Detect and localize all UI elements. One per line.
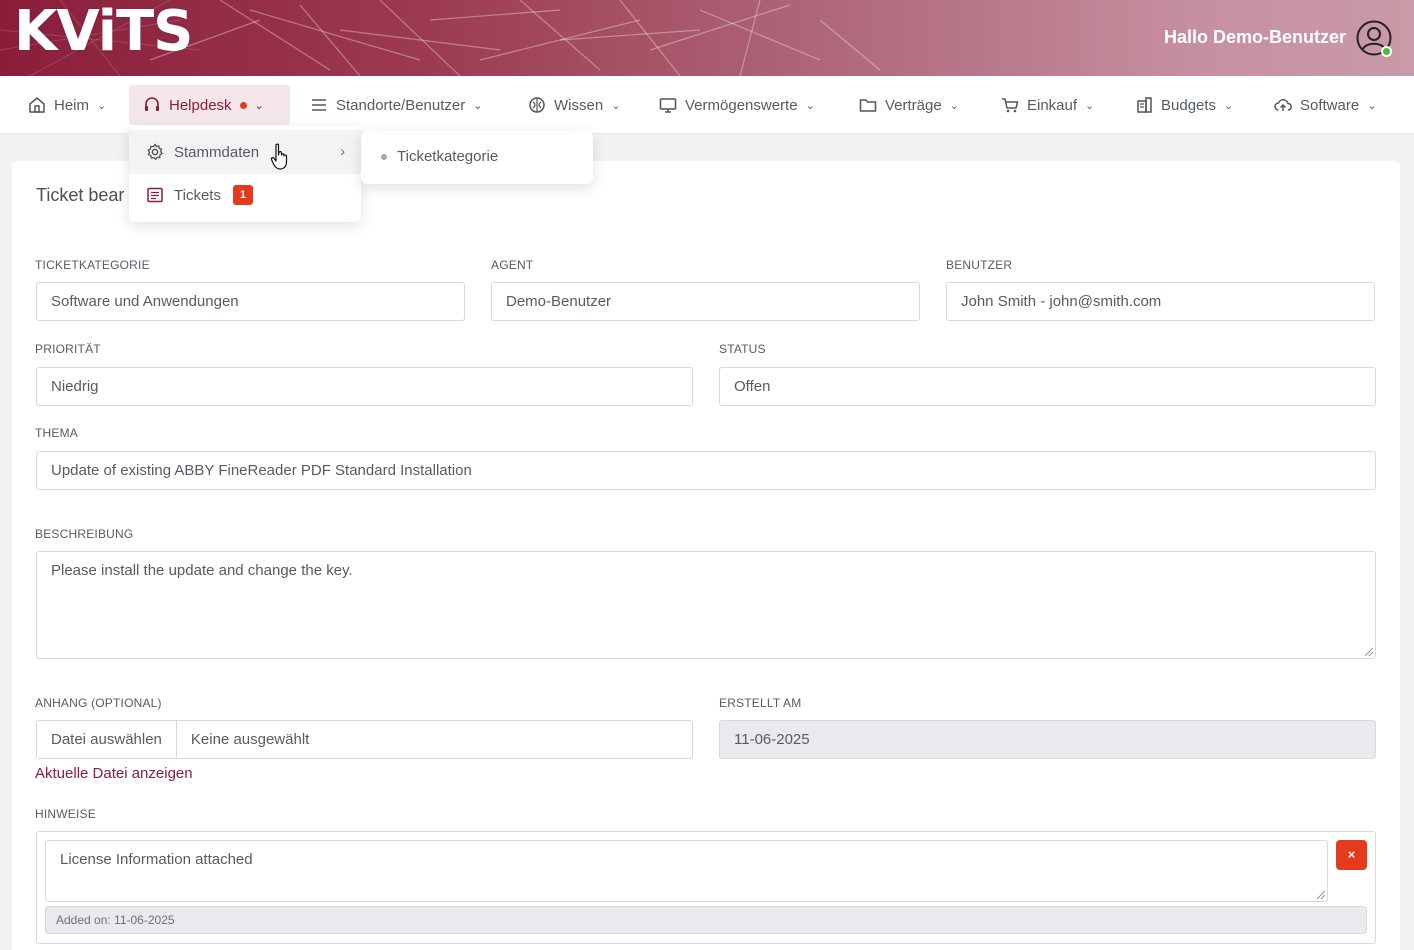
ticket-edit-card: Ticket bear TICKETKATEGORIE Software und… [12,161,1400,950]
file-name-text: Keine ausgewählt [190,731,310,748]
erstellt-label: ERSTELLT AM [719,696,802,710]
nav-label: Helpdesk [169,96,232,114]
home-icon [29,97,45,113]
benutzer-label: BENUTZER [946,258,1013,272]
chevron-down-icon: ⌄ [1224,99,1234,112]
nav-item-einkauf[interactable]: Einkauf ⌄ [987,85,1108,125]
chevron-down-icon: ⌄ [949,99,959,112]
thema-input[interactable]: Update of existing ABBY FineReader PDF S… [36,451,1376,490]
menu-item-ticketkategorie[interactable]: Ticketkategorie [381,148,498,165]
beschreibung-textarea[interactable]: Please install the update and change the… [36,551,1376,659]
menu-icon [312,99,326,111]
helpdesk-dropdown: Stammdaten › Tickets 1 [129,126,361,222]
menu-item-label: Tickets [174,186,221,204]
resize-handle-icon[interactable] [1365,648,1373,656]
chevron-down-icon: ⌄ [611,99,621,112]
thema-label: THEMA [35,426,78,440]
tickets-count-badge: 1 [232,185,253,205]
nav-item-heim[interactable]: Heim ⌄ [14,85,120,125]
stammdaten-submenu: Ticketkategorie [361,131,593,184]
chevron-right-icon: › [340,143,345,159]
hinweise-label: HINWEISE [35,807,96,821]
gear-icon [147,143,164,161]
nav-item-wissen[interactable]: Wissen ⌄ [514,85,634,125]
nav-label: Wissen [554,96,604,114]
resize-handle-icon[interactable] [1317,891,1325,899]
nav-item-budgets[interactable]: Budgets ⌄ [1121,85,1247,125]
list-icon [147,187,163,203]
nav-label: Budgets [1161,96,1217,114]
notification-dot [239,101,247,109]
hand-cursor-icon [270,143,288,170]
nav-label: Heim [54,96,90,114]
nav-item-standorte[interactable]: Standorte/Benutzer ⌄ [296,85,496,125]
chevron-down-icon: ⌄ [1367,99,1377,112]
anhang-label: ANHANG (OPTIONAL) [35,696,162,710]
choose-file-button[interactable]: Datei auswählen [37,721,177,758]
menu-item-label: Stammdaten [174,143,260,161]
chevron-down-icon: ⌄ [473,99,483,112]
file-input[interactable]: Datei auswählen Keine ausgewählt [36,720,693,759]
nav-label: Vermögenswerte [685,96,798,114]
chevron-down-icon: ⌄ [1085,99,1095,112]
chevron-down-icon: ⌄ [254,99,264,112]
nav-label: Standorte/Benutzer [336,96,466,114]
prioritaet-select[interactable]: Niedrig [36,367,693,406]
app-logo[interactable]: KViTS [14,2,193,62]
beschreibung-text: Please install the update and change the… [51,562,353,579]
header-banner: KViTS Hallo Demo-Benutzer [0,0,1414,76]
note-textarea[interactable]: License Information attached [45,840,1328,902]
cloud-upload-icon [1274,99,1292,111]
folder-icon [859,99,877,112]
notes-container: License Information attached × Added on:… [36,831,1376,944]
erstellt-input: 11-06-2025 [719,720,1376,759]
nav-label: Verträge [885,96,942,114]
benutzer-select[interactable]: John Smith - john@smith.com [946,282,1375,321]
remove-note-button[interactable]: × [1336,840,1367,870]
nav-label: Einkauf [1027,96,1078,114]
ticketkategorie-select[interactable]: Software und Anwendungen [36,282,465,321]
menu-item-stammdaten[interactable]: Stammdaten › [129,130,361,174]
menu-item-tickets[interactable]: Tickets 1 [129,173,361,217]
agent-select[interactable]: Demo-Benutzer [491,282,920,321]
agent-label: AGENT [491,258,534,272]
status-label: STATUS [719,342,766,356]
building-icon [1137,97,1152,113]
page-title: Ticket bear [36,185,125,205]
menu-item-label: Ticketkategorie [397,148,499,165]
ticketkategorie-label: TICKETKATEGORIE [35,258,150,272]
nav-item-helpdesk[interactable]: Helpdesk ⌄ [129,85,290,125]
headset-icon [145,97,159,111]
chevron-down-icon: ⌄ [805,99,815,112]
nav-item-vertraege[interactable]: Verträge ⌄ [845,85,973,125]
nav-item-software[interactable]: Software ⌄ [1260,85,1390,125]
view-current-file-link[interactable]: Aktuelle Datei anzeigen [35,765,193,782]
note-text: License Information attached [60,851,253,868]
chevron-down-icon: ⌄ [97,99,107,112]
nav-label: Software [1300,96,1360,114]
status-select[interactable]: Offen [719,367,1376,406]
monitor-icon [659,98,677,113]
online-status-dot [1381,46,1392,57]
prioritaet-label: PRIORITÄT [35,342,101,356]
note-added-date: Added on: 11-06-2025 [45,906,1367,934]
brain-icon [529,97,545,113]
bullet-icon [381,153,387,160]
beschreibung-label: BESCHREIBUNG [35,527,134,541]
nav-item-vermoegenswerte[interactable]: Vermögenswerte ⌄ [645,85,829,125]
cart-icon [1002,98,1019,113]
user-greeting: Hallo Demo-Benutzer [1163,27,1346,47]
